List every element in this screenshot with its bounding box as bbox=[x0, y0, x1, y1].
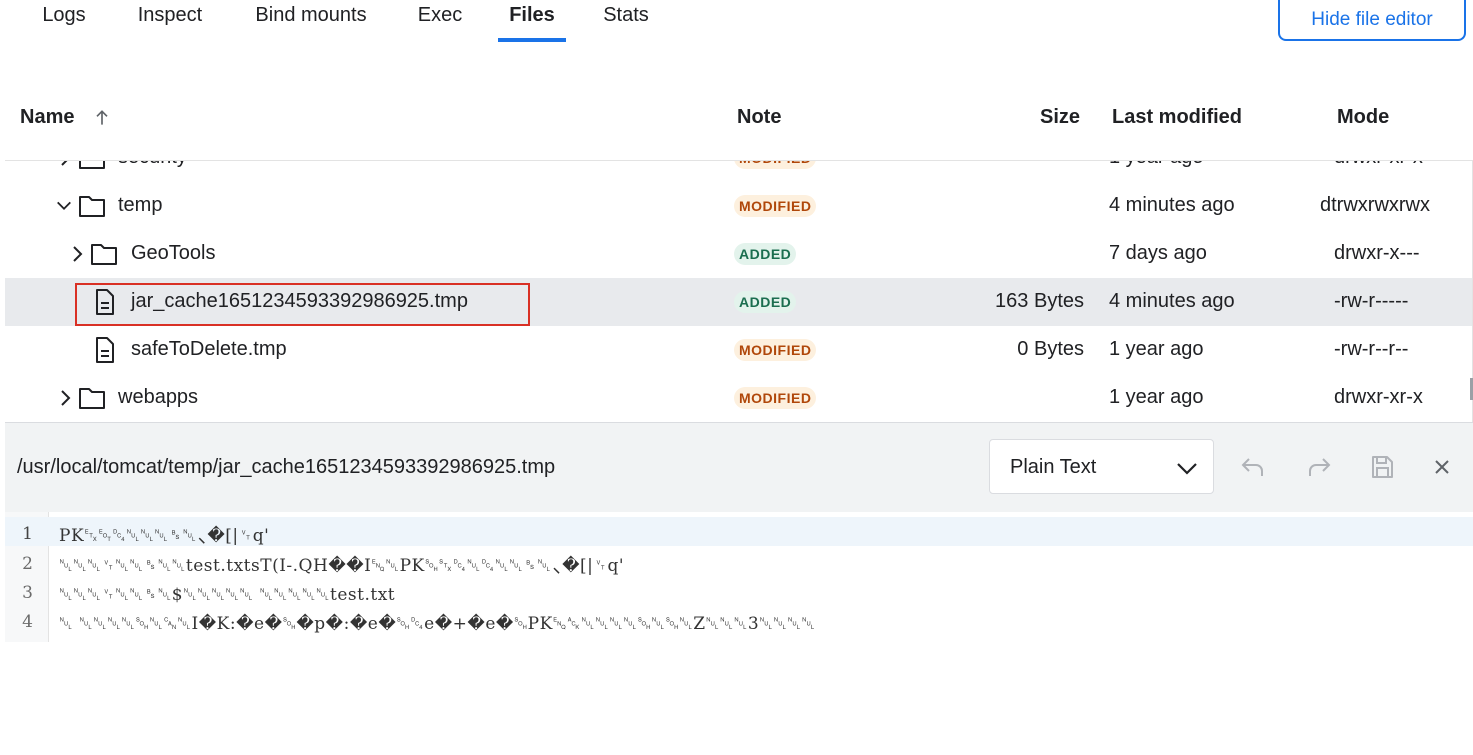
table-row[interactable]: webapps MODIFIED 1 year ago drwxr-xr-x bbox=[5, 374, 1472, 422]
file-name: webapps bbox=[118, 386, 199, 408]
status-badge: MODIFIED bbox=[734, 161, 817, 169]
tab-stats[interactable]: Stats bbox=[600, 0, 652, 42]
tab-label: Logs bbox=[42, 4, 86, 26]
folder-icon bbox=[91, 244, 117, 265]
tab-bind-mounts[interactable]: Bind mounts bbox=[251, 0, 371, 42]
folder-icon bbox=[79, 196, 105, 217]
last-modified: 7 days ago bbox=[1109, 242, 1207, 264]
active-tab-indicator bbox=[498, 38, 566, 42]
folder-icon bbox=[79, 388, 105, 409]
column-header-label: Name bbox=[20, 106, 75, 128]
column-header-label: Size bbox=[1040, 106, 1081, 128]
status-badge: MODIFIED bbox=[734, 195, 817, 217]
tab-label: Stats bbox=[603, 4, 649, 26]
file-icon bbox=[96, 289, 114, 315]
file-mode: drwxr-x--- bbox=[1334, 242, 1420, 264]
status-badge: ADDED bbox=[734, 291, 797, 313]
tab-label: Files bbox=[509, 4, 555, 26]
table-row[interactable]: temp MODIFIED 4 minutes ago dtrwxrwxrwx bbox=[5, 182, 1472, 230]
last-modified: 4 minutes ago bbox=[1109, 290, 1235, 312]
folder-icon bbox=[79, 161, 105, 169]
last-modified: 1 year ago bbox=[1109, 161, 1204, 169]
sort-ascending-icon[interactable] bbox=[92, 108, 112, 128]
file-size: 0 Bytes bbox=[1017, 338, 1084, 360]
column-header-name[interactable]: Name bbox=[20, 106, 74, 129]
line-text: ␀␀␀␋␀␀␈␀$␀␀␀␀␀ ␀␀␀␀␀test.txt bbox=[59, 585, 396, 605]
file-path: /usr/local/tomcat/temp/jar_cache16512345… bbox=[17, 456, 556, 478]
close-icon[interactable] bbox=[1428, 453, 1456, 481]
undo-icon[interactable] bbox=[1239, 453, 1267, 481]
table-row[interactable]: security MODIFIED 1 year ago drwxr-xr-x bbox=[5, 160, 1472, 182]
chevron-down-icon[interactable] bbox=[55, 196, 73, 216]
tab-exec[interactable]: Exec bbox=[416, 0, 464, 42]
tab-label: Bind mounts bbox=[255, 4, 367, 26]
chevron-down-icon bbox=[1177, 463, 1197, 475]
file-mode: dtrwxrwxrwx bbox=[1320, 194, 1430, 216]
file-icon bbox=[96, 337, 114, 363]
line-number: 2 bbox=[22, 554, 33, 574]
code-line[interactable]: 3 ␀␀␀␋␀␀␈␀$␀␀␀␀␀ ␀␀␀␀␀test.txt bbox=[5, 576, 1473, 605]
file-name: safeToDelete.tmp bbox=[131, 338, 287, 360]
column-header-mode[interactable]: Mode bbox=[1337, 106, 1389, 129]
column-header-label: Last modified bbox=[1112, 106, 1243, 128]
code-line[interactable]: 2 ␀␀␀␋␀␀␈␀␀test.txtsT(I-.QH��I␅␀PK␁␂␔␀␔␀… bbox=[5, 547, 1473, 576]
file-tree-table: security MODIFIED 1 year ago drwxr-xr-x … bbox=[5, 160, 1473, 422]
file-name: security bbox=[118, 161, 187, 169]
status-badge: ADDED bbox=[734, 243, 797, 265]
redo-icon[interactable] bbox=[1305, 453, 1333, 481]
line-number: 3 bbox=[22, 583, 33, 603]
line-text: ␀ ␀␀␀␀␁␀␘␀I�K:�e�␁�p�:�e�␁␔e�+�e�␁PK␅␆␀␀… bbox=[59, 614, 816, 634]
column-header-label: Note bbox=[737, 106, 782, 128]
line-number: 4 bbox=[22, 612, 33, 632]
last-modified: 1 year ago bbox=[1109, 338, 1204, 360]
code-line[interactable]: 1 PK␃␄␔␀␀␀␈␀⸜�[|␋q' bbox=[5, 517, 1473, 546]
file-mode: drwxr-xr-x bbox=[1334, 161, 1423, 169]
line-text: PK␃␄␔␀␀␀␈␀⸜�[|␋q' bbox=[59, 526, 270, 546]
tab-files[interactable]: Files bbox=[498, 0, 566, 42]
chevron-right-icon[interactable] bbox=[69, 244, 87, 264]
hide-file-editor-button[interactable]: Hide file editor bbox=[1278, 0, 1466, 41]
file-table-header: Name Note Size Last modified Mode bbox=[0, 96, 1473, 142]
tab-label: Inspect bbox=[137, 4, 203, 26]
file-name: temp bbox=[118, 194, 163, 216]
column-header-last-modified[interactable]: Last modified bbox=[1112, 106, 1242, 129]
tab-logs[interactable]: Logs bbox=[40, 0, 88, 42]
language-select-value: Plain Text bbox=[1010, 456, 1097, 478]
code-line[interactable]: 4 ␀ ␀␀␀␀␁␀␘␀I�K:�e�␁�p�:�e�␁␔e�+�e�␁PK␅␆… bbox=[5, 605, 1473, 634]
file-size: 163 Bytes bbox=[995, 290, 1084, 312]
file-mode: drwxr-xr-x bbox=[1334, 386, 1423, 408]
file-editor-toolbar: /usr/local/tomcat/temp/jar_cache16512345… bbox=[5, 422, 1473, 512]
column-header-label: Mode bbox=[1337, 106, 1390, 128]
code-editor[interactable]: 1 PK␃␄␔␀␀␀␈␀⸜�[|␋q' 2 ␀␀␀␋␀␀␈␀␀test.txts… bbox=[5, 512, 1473, 642]
language-select[interactable]: Plain Text bbox=[989, 439, 1214, 494]
status-badge: MODIFIED bbox=[734, 387, 817, 409]
tab-bar: Logs Inspect Bind mounts Exec Files Stat… bbox=[0, 0, 1473, 42]
tab-inspect[interactable]: Inspect bbox=[134, 0, 206, 42]
line-number: 1 bbox=[22, 524, 33, 544]
table-row[interactable]: GeoTools ADDED 7 days ago drwxr-x--- bbox=[5, 230, 1472, 278]
table-row[interactable]: safeToDelete.tmp MODIFIED 0 Bytes 1 year… bbox=[5, 326, 1472, 374]
column-header-note[interactable]: Note bbox=[737, 106, 781, 129]
line-text: ␀␀␀␋␀␀␈␀␀test.txtsT(I-.QH��I␅␀PK␁␂␔␀␔␀␀␈… bbox=[59, 556, 625, 576]
last-modified: 4 minutes ago bbox=[1109, 194, 1235, 216]
file-mode: -rw-r--r-- bbox=[1334, 338, 1409, 360]
last-modified: 1 year ago bbox=[1109, 386, 1204, 408]
chevron-right-icon[interactable] bbox=[57, 388, 75, 408]
column-header-size[interactable]: Size bbox=[1040, 106, 1080, 129]
status-badge: MODIFIED bbox=[734, 339, 817, 361]
file-name: GeoTools bbox=[131, 242, 216, 264]
tab-label: Exec bbox=[417, 4, 463, 26]
file-mode: -rw-r----- bbox=[1334, 290, 1409, 312]
file-name: jar_cache1651234593392986925.tmp bbox=[131, 290, 468, 312]
chevron-right-icon[interactable] bbox=[57, 160, 75, 168]
table-row-selected[interactable]: jar_cache1651234593392986925.tmp ADDED 1… bbox=[5, 278, 1472, 326]
save-icon[interactable] bbox=[1368, 453, 1396, 481]
